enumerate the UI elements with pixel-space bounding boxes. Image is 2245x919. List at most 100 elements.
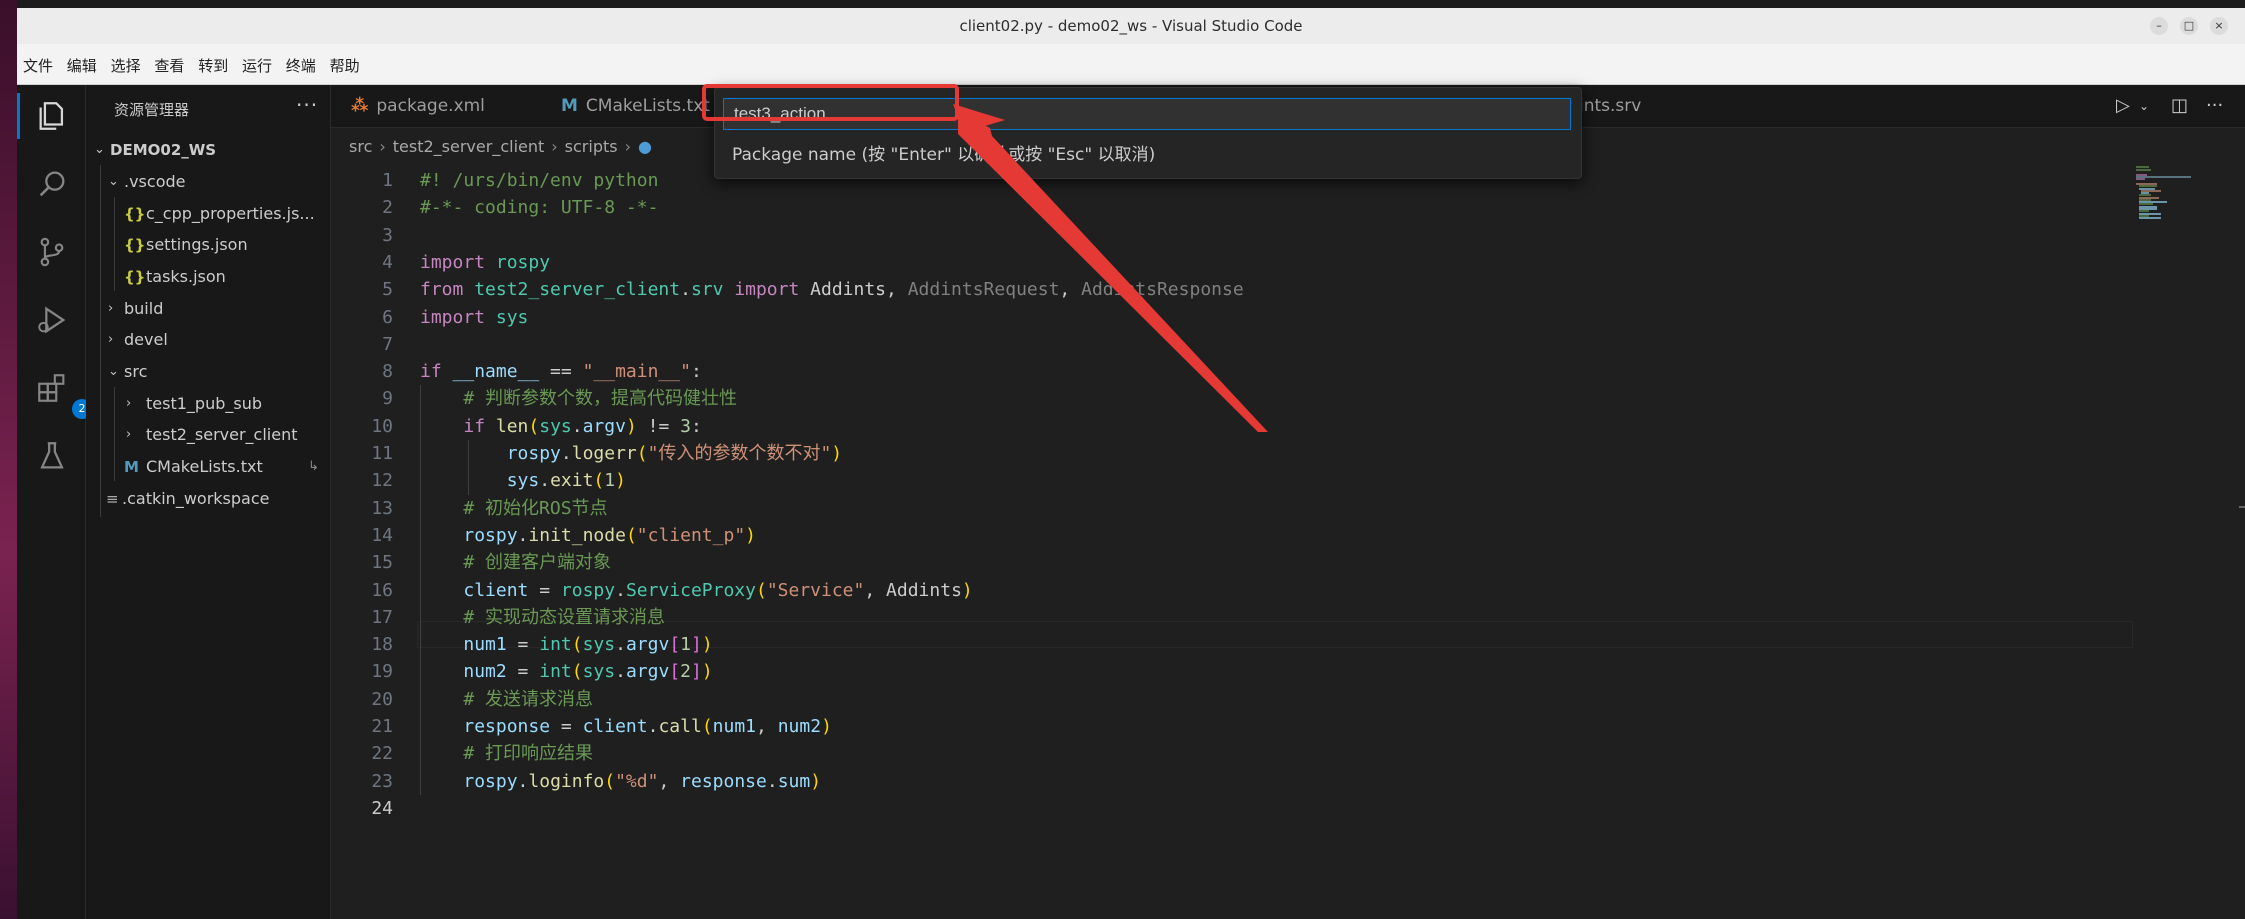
code-token: sys — [506, 470, 540, 492]
highlight-box — [702, 84, 959, 121]
maximize-button[interactable]: □ — [2180, 17, 2198, 35]
line-number: 1 — [382, 170, 393, 191]
tree-item-settings-json[interactable]: {} settings.json — [86, 230, 330, 260]
menu-terminal[interactable]: 终端 — [286, 55, 316, 76]
code-token: , Addints — [864, 579, 962, 601]
tree-item-label: test2_server_client — [146, 425, 298, 444]
menu-view[interactable]: 查看 — [154, 55, 184, 76]
explorer-icon[interactable] — [35, 99, 69, 133]
indent-guide — [468, 440, 469, 495]
code-token: ) — [615, 470, 626, 492]
tab-label: CMakeLists.txt — [585, 96, 710, 116]
code-token: . — [615, 661, 626, 683]
code-token: , — [1059, 279, 1082, 301]
tree-item-label: src — [124, 362, 148, 381]
search-icon[interactable] — [35, 167, 69, 201]
breadcrumb-item[interactable]: src — [349, 137, 372, 156]
code-token: num2 — [463, 661, 507, 683]
breadcrumb-item[interactable]: test2_server_client — [393, 137, 545, 156]
testing-icon[interactable] — [35, 439, 69, 473]
run-button[interactable]: ▷ — [2116, 95, 2130, 119]
menu-go[interactable]: 转到 — [198, 55, 228, 76]
desktop-topbar — [0, 0, 2245, 8]
tree-item-label: .catkin_workspace — [122, 489, 270, 508]
tree-item-label: test1_pub_sub — [146, 394, 262, 413]
code-token: 2 — [680, 661, 691, 683]
tree-item-build[interactable]: › build — [86, 294, 330, 324]
code-token: rospy — [506, 443, 561, 464]
tree-item-cmakelists[interactable]: M CMakeLists.txt ↳ — [86, 452, 330, 482]
code-token: argv — [625, 634, 670, 656]
code-token: ) — [701, 634, 713, 656]
line-number: 14 — [371, 524, 393, 546]
tab-package-xml[interactable]: ⁂ package.xml — [351, 85, 485, 127]
code-token: num1 — [463, 634, 507, 656]
tree-item-test1-pub-sub[interactable]: › test1_pub_sub — [86, 389, 330, 419]
code-line-content: # 打印响应结果 — [420, 740, 593, 767]
line-number: 17 — [371, 606, 393, 628]
code-token: argv — [582, 415, 626, 437]
cmake-file-icon: M — [561, 96, 578, 116]
code-token: 1 — [604, 470, 616, 492]
tree-item-c-cpp-properties[interactable]: {} c_cpp_properties.js... — [86, 199, 330, 229]
code-token: . — [766, 770, 778, 792]
code-token: import — [420, 306, 496, 328]
code-token: int — [539, 634, 572, 656]
line-number: 11 — [371, 443, 393, 464]
code-line-content: sys.exit(1) — [420, 467, 626, 494]
more-actions-icon[interactable]: ··· — [2206, 95, 2223, 119]
tab-srv-file[interactable]: ints.srv — [1579, 85, 1641, 127]
tree-item-devel[interactable]: › devel — [86, 325, 330, 355]
breadcrumb: src › test2_server_client › scripts › ● — [349, 137, 652, 156]
tab-cmakelists[interactable]: M CMakeLists.txt — [561, 85, 710, 127]
code-line-content: if len(sys.argv) != 3: — [420, 413, 701, 440]
code-token: . — [517, 524, 529, 546]
breadcrumb-item[interactable]: scripts — [565, 137, 618, 156]
activity-bar: 2 — [17, 85, 92, 919]
tree-item-test2-server-client[interactable]: › test2_server_client — [86, 420, 330, 450]
code-token: sys — [582, 634, 616, 656]
code-token: Addints, — [810, 279, 908, 301]
code-token: ) — [831, 443, 843, 464]
run-dropdown-icon[interactable]: ⌄ — [2139, 99, 2149, 123]
run-debug-icon[interactable] — [35, 303, 69, 337]
code-token: srv — [690, 279, 724, 301]
scrollbar-position-marker[interactable] — [2239, 506, 2245, 508]
code-line-content: # 初始化ROS节点 — [420, 495, 607, 522]
code-token: ) — [701, 661, 713, 683]
text-file-icon: ≡ — [106, 490, 119, 508]
tree-item-catkin-workspace[interactable]: ≡ .catkin_workspace — [86, 484, 330, 514]
code-token: ) — [961, 579, 973, 601]
code-token: ) — [821, 716, 832, 737]
split-editor-icon[interactable]: ◫ — [2171, 95, 2188, 119]
code-token: ( — [625, 524, 637, 546]
tree-item-src[interactable]: ⌄ src — [86, 357, 330, 387]
code-token: = — [550, 716, 583, 737]
menu-help[interactable]: 帮助 — [330, 55, 360, 76]
tree-item-vscode[interactable]: ⌄ .vscode — [86, 167, 330, 197]
tree-item-tasks-json[interactable]: {} tasks.json — [86, 262, 330, 292]
code-token: == — [539, 361, 583, 383]
tab-label: package.xml — [376, 96, 485, 116]
minimap[interactable] — [2121, 165, 2201, 225]
tree-item-label: devel — [124, 330, 168, 349]
sidebar-more-button[interactable]: ··· — [296, 93, 318, 117]
menu-edit[interactable]: 编辑 — [67, 55, 97, 76]
code-token: ] — [691, 661, 702, 683]
indent-guide — [420, 385, 421, 795]
extensions-icon[interactable]: 2 — [35, 371, 92, 419]
minimize-button[interactable]: – — [2150, 17, 2168, 35]
close-button[interactable]: × — [2210, 17, 2228, 35]
menu-selection[interactable]: 选择 — [111, 55, 141, 76]
menu-run[interactable]: 运行 — [242, 55, 272, 76]
menu-file[interactable]: 文件 — [23, 55, 53, 76]
editor-area: ⁂ package.xml M CMakeLists.txt ints.srv ▷ … — [331, 85, 2245, 919]
source-control-icon[interactable] — [35, 235, 69, 269]
xml-file-icon: ⁂ — [351, 96, 369, 116]
code-token: ( — [755, 579, 767, 601]
tree-root[interactable]: ⌄ DEMO02_WS — [86, 135, 330, 165]
